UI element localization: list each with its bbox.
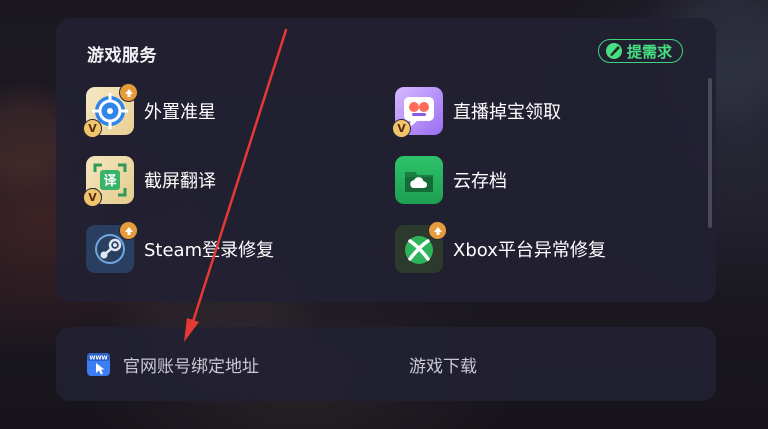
brush-icon (605, 42, 623, 60)
service-label: 云存档 (453, 171, 507, 192)
update-badge-icon (428, 221, 447, 240)
request-feature-label: 提需求 (626, 42, 672, 61)
game-download-link[interactable]: 游戏下载 (409, 327, 477, 401)
service-label: Xbox平台异常修复 (453, 240, 606, 261)
cloud-save-icon (395, 156, 443, 204)
service-label: Steam登录修复 (144, 240, 275, 261)
bind-address-label: 官网账号绑定地址 (123, 356, 259, 377)
service-screenshot-translate[interactable]: 译 V 截屏翻译 (83, 156, 216, 207)
service-label: 截屏翻译 (144, 171, 216, 192)
service-label: 外置准星 (144, 102, 216, 123)
game-services-panel: 游戏服务 提需求 V 外置准星 V 直播掉宝领取 译 V 截屏翻译 云存档 St… (56, 18, 716, 302)
game-download-label: 游戏下载 (409, 356, 477, 377)
service-steam-login-fix[interactable]: Steam登录修复 (86, 221, 275, 273)
service-live-drops[interactable]: V 直播掉宝领取 (392, 87, 561, 138)
service-cloud-save[interactable]: 云存档 (395, 156, 507, 204)
request-feature-button[interactable]: 提需求 (597, 39, 683, 63)
www-icon: WWW (87, 352, 110, 376)
official-account-bind-link[interactable]: WWW 官网账号绑定地址 (87, 327, 259, 401)
update-badge-icon (119, 83, 138, 102)
scrollbar[interactable] (708, 78, 712, 228)
vip-badge-icon: V (83, 188, 102, 207)
vip-badge-icon: V (392, 119, 411, 138)
links-panel: WWW 官网账号绑定地址 游戏下载 (56, 327, 716, 401)
service-xbox-fix[interactable]: Xbox平台异常修复 (395, 221, 606, 273)
svg-text:WWW: WWW (89, 355, 107, 361)
service-crosshair[interactable]: V 外置准星 (83, 83, 216, 138)
update-badge-icon (119, 221, 138, 240)
svg-text:译: 译 (103, 174, 117, 189)
panel-title: 游戏服务 (87, 46, 157, 66)
service-label: 直播掉宝领取 (453, 102, 561, 123)
vip-badge-icon: V (83, 119, 102, 138)
